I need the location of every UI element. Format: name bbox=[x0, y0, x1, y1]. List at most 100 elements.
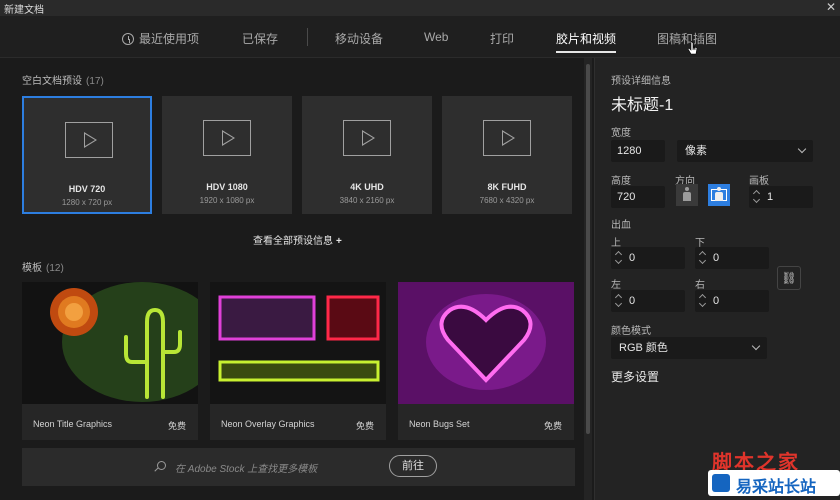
unit-value: 像素 bbox=[685, 145, 707, 157]
clock-icon bbox=[122, 33, 134, 45]
template-card-neon-title[interactable]: Neon Title Graphics 免费 bbox=[22, 282, 198, 440]
artboard-stepper[interactable]: 1 bbox=[749, 186, 813, 208]
tab-art-illustration[interactable]: 图稿和插图 bbox=[657, 30, 717, 47]
presets-panel: 空白文档预设 (17) HDV 720 1280 x 720 px HDV 108… bbox=[0, 58, 594, 500]
chevron-down-icon bbox=[752, 195, 761, 204]
preset-card-hdv720[interactable]: HDV 720 1280 x 720 px bbox=[22, 96, 152, 214]
bleed-right-value: 0 bbox=[713, 295, 720, 307]
bleed-left-label: 左 bbox=[611, 280, 621, 291]
template-price: 免费 bbox=[355, 421, 374, 431]
tab-saved[interactable]: 已保存 bbox=[242, 30, 278, 47]
video-icon bbox=[483, 120, 531, 156]
width-input[interactable]: 1280 bbox=[611, 140, 665, 162]
link-icon[interactable]: ⛓ bbox=[777, 266, 801, 290]
tab-film-video[interactable]: 胶片和视频 bbox=[556, 30, 617, 53]
color-mode-label: 颜色模式 bbox=[611, 326, 651, 337]
stock-search-input[interactable]: 在 Adobe Stock 上查找更多模板 bbox=[175, 460, 317, 475]
watermark-logo-icon bbox=[712, 474, 730, 492]
bleed-top-stepper[interactable]: 0 bbox=[611, 247, 685, 269]
tab-web[interactable]: Web bbox=[424, 30, 448, 44]
template-card-neon-bugs[interactable]: Neon Bugs Set 免费 bbox=[398, 282, 574, 440]
chevron-down-icon bbox=[698, 299, 707, 308]
portrait-icon bbox=[683, 187, 691, 203]
more-settings-link[interactable]: 更多设置 bbox=[611, 368, 659, 385]
search-icon bbox=[157, 461, 166, 470]
chevron-down-icon bbox=[751, 341, 761, 351]
mouse-cursor-icon bbox=[688, 40, 698, 55]
template-name: Neon Overlay Graphics bbox=[221, 419, 315, 429]
chevron-down-icon bbox=[614, 299, 623, 308]
preset-name: HDV 720 bbox=[68, 184, 106, 194]
tab-label: 已保存 bbox=[242, 32, 279, 46]
plus-icon: + bbox=[336, 236, 342, 247]
bleed-bottom-value: 0 bbox=[713, 252, 720, 264]
scrollbar-thumb[interactable] bbox=[586, 64, 590, 434]
video-icon bbox=[203, 120, 251, 156]
template-name: Neon Title Graphics bbox=[33, 419, 113, 429]
tab-recent[interactable]: 最近使用项 bbox=[122, 30, 199, 47]
landscape-button[interactable] bbox=[708, 184, 730, 206]
height-input[interactable]: 720 bbox=[611, 186, 665, 208]
preset-details-heading: 预设详细信息 bbox=[611, 76, 671, 87]
preset-size: 1280 x 720 px bbox=[61, 198, 113, 207]
preset-card-8k-fuhd[interactable]: 8K FUHD 7680 x 4320 px bbox=[442, 96, 572, 214]
tab-label: 胶片和视频 bbox=[556, 32, 617, 46]
artboard-label: 画板 bbox=[749, 176, 769, 187]
document-name-field[interactable]: 未标题-1 bbox=[611, 91, 673, 115]
view-all-presets-link[interactable]: 查看全部预设信息 + bbox=[253, 232, 342, 247]
color-mode-select[interactable]: RGB 颜色 bbox=[611, 337, 767, 359]
preset-name: HDV 1080 bbox=[206, 182, 248, 192]
height-label: 高度 bbox=[611, 176, 631, 187]
title-bar: 新建文档 ✕ bbox=[0, 0, 840, 16]
preset-size: 3840 x 2160 px bbox=[339, 196, 395, 205]
bleed-left-stepper[interactable]: 0 bbox=[611, 290, 685, 312]
template-thumbnail-heart bbox=[398, 282, 574, 404]
close-icon[interactable]: ✕ bbox=[826, 0, 836, 14]
unit-select[interactable]: 像素 bbox=[677, 140, 813, 162]
presets-scrollbar[interactable] bbox=[584, 58, 592, 500]
template-thumbnail-cactus bbox=[22, 282, 198, 404]
chevron-down-icon bbox=[614, 256, 623, 265]
go-button[interactable]: 前往 bbox=[389, 455, 437, 477]
stock-search-bar: 在 Adobe Stock 上查找更多模板 前往 bbox=[22, 448, 575, 486]
preset-name: 4K UHD bbox=[350, 182, 384, 192]
tab-label: 图稿和插图 bbox=[657, 32, 718, 46]
video-icon bbox=[343, 120, 391, 156]
preset-details-panel: 预设详细信息 未标题-1 宽度 1280 像素 高度 720 方向 画板 1 出… bbox=[594, 58, 840, 500]
template-price: 免费 bbox=[167, 421, 186, 431]
active-tab-underline bbox=[556, 51, 617, 53]
template-price: 免费 bbox=[543, 421, 562, 431]
artboard-value: 1 bbox=[767, 191, 774, 203]
preset-card-hdv1080[interactable]: HDV 1080 1920 x 1080 px bbox=[162, 96, 292, 214]
width-label: 宽度 bbox=[611, 128, 631, 139]
chevron-down-icon bbox=[698, 256, 707, 265]
window-title: 新建文档 bbox=[4, 5, 44, 16]
bleed-right-label: 右 bbox=[695, 280, 705, 291]
portrait-button[interactable] bbox=[676, 184, 698, 206]
tab-divider bbox=[307, 28, 308, 46]
tab-print[interactable]: 打印 bbox=[490, 30, 514, 47]
bleed-right-stepper[interactable]: 0 bbox=[695, 290, 769, 312]
watermark-bottom-text: 易采站长站 bbox=[736, 479, 817, 496]
video-icon bbox=[65, 122, 113, 158]
preset-card-4k-uhd[interactable]: 4K UHD 3840 x 2160 px bbox=[302, 96, 432, 214]
bleed-label: 出血 bbox=[611, 220, 631, 231]
template-card-neon-overlay[interactable]: Neon Overlay Graphics 免费 bbox=[210, 282, 386, 440]
templates-heading: 模板 (12) bbox=[22, 263, 64, 274]
tab-label: 打印 bbox=[490, 32, 515, 46]
bleed-left-value: 0 bbox=[629, 295, 636, 307]
category-tabs: 最近使用项 已保存 移动设备 Web 打印 胶片和视频 图稿和插图 bbox=[0, 16, 840, 58]
tab-label: 最近使用项 bbox=[139, 32, 200, 46]
tab-label: Web bbox=[424, 30, 449, 44]
bleed-bottom-stepper[interactable]: 0 bbox=[695, 247, 769, 269]
chevron-down-icon bbox=[797, 144, 807, 154]
preset-name: 8K FUHD bbox=[487, 182, 527, 192]
template-name: Neon Bugs Set bbox=[409, 419, 470, 429]
preset-size: 1920 x 1080 px bbox=[199, 196, 255, 205]
preset-size: 7680 x 4320 px bbox=[479, 196, 535, 205]
blank-presets-heading: 空白文档预设 (17) bbox=[22, 76, 104, 87]
tab-label: 移动设备 bbox=[335, 32, 384, 46]
tab-mobile[interactable]: 移动设备 bbox=[335, 30, 383, 47]
template-thumbnail-frames bbox=[210, 282, 386, 404]
color-mode-value: RGB 颜色 bbox=[619, 342, 668, 354]
